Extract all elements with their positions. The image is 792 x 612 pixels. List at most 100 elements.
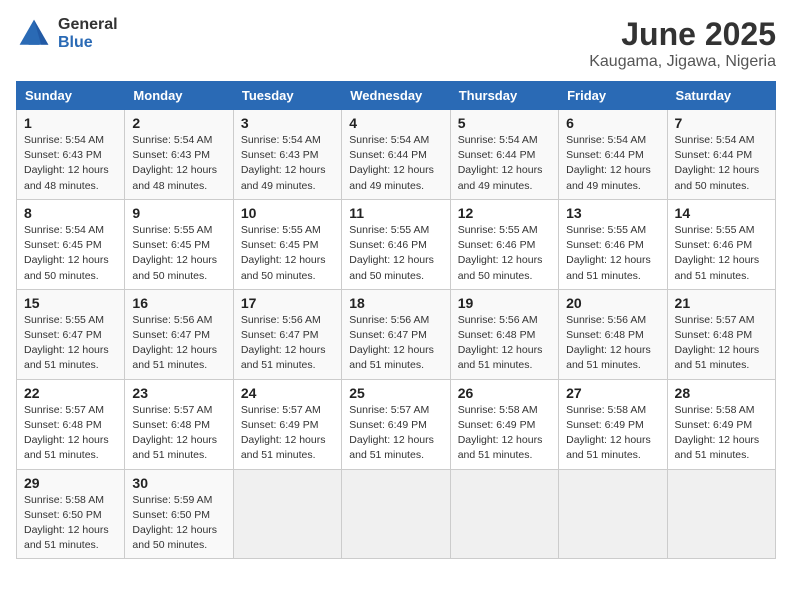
day-info: Sunrise: 5:55 AMSunset: 6:46 PMDaylight:…	[458, 224, 543, 282]
day-number: 24	[241, 385, 334, 401]
day-number: 26	[458, 385, 551, 401]
day-info: Sunrise: 5:57 AMSunset: 6:48 PMDaylight:…	[24, 404, 109, 462]
day-number: 27	[566, 385, 659, 401]
day-info: Sunrise: 5:54 AMSunset: 6:44 PMDaylight:…	[675, 134, 760, 192]
table-row: 15 Sunrise: 5:55 AMSunset: 6:47 PMDaylig…	[17, 289, 125, 379]
day-number: 9	[132, 205, 225, 221]
col-friday: Friday	[559, 82, 667, 110]
table-row: 5 Sunrise: 5:54 AMSunset: 6:44 PMDayligh…	[450, 110, 558, 200]
day-number: 16	[132, 295, 225, 311]
day-info: Sunrise: 5:57 AMSunset: 6:48 PMDaylight:…	[132, 404, 217, 462]
day-info: Sunrise: 5:54 AMSunset: 6:45 PMDaylight:…	[24, 224, 109, 282]
day-number: 25	[349, 385, 442, 401]
table-row: 29 Sunrise: 5:58 AMSunset: 6:50 PMDaylig…	[17, 469, 125, 559]
calendar-week-3: 15 Sunrise: 5:55 AMSunset: 6:47 PMDaylig…	[17, 289, 776, 379]
day-number: 3	[241, 115, 334, 131]
table-row: 1 Sunrise: 5:54 AMSunset: 6:43 PMDayligh…	[17, 110, 125, 200]
day-number: 19	[458, 295, 551, 311]
table-row: 25 Sunrise: 5:57 AMSunset: 6:49 PMDaylig…	[342, 379, 450, 469]
day-info: Sunrise: 5:56 AMSunset: 6:47 PMDaylight:…	[241, 314, 326, 372]
day-number: 12	[458, 205, 551, 221]
table-row: 10 Sunrise: 5:55 AMSunset: 6:45 PMDaylig…	[233, 199, 341, 289]
day-number: 5	[458, 115, 551, 131]
table-row: 14 Sunrise: 5:55 AMSunset: 6:46 PMDaylig…	[667, 199, 775, 289]
table-row	[450, 469, 558, 559]
col-thursday: Thursday	[450, 82, 558, 110]
table-row: 22 Sunrise: 5:57 AMSunset: 6:48 PMDaylig…	[17, 379, 125, 469]
table-row: 6 Sunrise: 5:54 AMSunset: 6:44 PMDayligh…	[559, 110, 667, 200]
col-sunday: Sunday	[17, 82, 125, 110]
calendar-table: Sunday Monday Tuesday Wednesday Thursday…	[16, 81, 776, 559]
day-info: Sunrise: 5:58 AMSunset: 6:49 PMDaylight:…	[458, 404, 543, 462]
day-number: 23	[132, 385, 225, 401]
day-number: 10	[241, 205, 334, 221]
day-number: 6	[566, 115, 659, 131]
day-info: Sunrise: 5:57 AMSunset: 6:49 PMDaylight:…	[349, 404, 434, 462]
table-row: 24 Sunrise: 5:57 AMSunset: 6:49 PMDaylig…	[233, 379, 341, 469]
table-row: 21 Sunrise: 5:57 AMSunset: 6:48 PMDaylig…	[667, 289, 775, 379]
day-info: Sunrise: 5:56 AMSunset: 6:47 PMDaylight:…	[132, 314, 217, 372]
day-info: Sunrise: 5:55 AMSunset: 6:45 PMDaylight:…	[241, 224, 326, 282]
table-row: 2 Sunrise: 5:54 AMSunset: 6:43 PMDayligh…	[125, 110, 233, 200]
col-wednesday: Wednesday	[342, 82, 450, 110]
day-number: 28	[675, 385, 768, 401]
col-tuesday: Tuesday	[233, 82, 341, 110]
day-info: Sunrise: 5:54 AMSunset: 6:44 PMDaylight:…	[458, 134, 543, 192]
day-number: 29	[24, 475, 117, 491]
table-row: 30 Sunrise: 5:59 AMSunset: 6:50 PMDaylig…	[125, 469, 233, 559]
table-row	[233, 469, 341, 559]
table-row: 11 Sunrise: 5:55 AMSunset: 6:46 PMDaylig…	[342, 199, 450, 289]
day-info: Sunrise: 5:54 AMSunset: 6:43 PMDaylight:…	[24, 134, 109, 192]
day-info: Sunrise: 5:57 AMSunset: 6:48 PMDaylight:…	[675, 314, 760, 372]
table-row: 4 Sunrise: 5:54 AMSunset: 6:44 PMDayligh…	[342, 110, 450, 200]
day-info: Sunrise: 5:56 AMSunset: 6:47 PMDaylight:…	[349, 314, 434, 372]
col-saturday: Saturday	[667, 82, 775, 110]
day-info: Sunrise: 5:54 AMSunset: 6:44 PMDaylight:…	[566, 134, 651, 192]
day-number: 8	[24, 205, 117, 221]
calendar-week-4: 22 Sunrise: 5:57 AMSunset: 6:48 PMDaylig…	[17, 379, 776, 469]
day-info: Sunrise: 5:57 AMSunset: 6:49 PMDaylight:…	[241, 404, 326, 462]
table-row: 7 Sunrise: 5:54 AMSunset: 6:44 PMDayligh…	[667, 110, 775, 200]
day-info: Sunrise: 5:54 AMSunset: 6:43 PMDaylight:…	[241, 134, 326, 192]
day-number: 18	[349, 295, 442, 311]
calendar-title: June 2025	[589, 16, 776, 53]
day-number: 21	[675, 295, 768, 311]
day-number: 15	[24, 295, 117, 311]
day-info: Sunrise: 5:54 AMSunset: 6:44 PMDaylight:…	[349, 134, 434, 192]
table-row: 13 Sunrise: 5:55 AMSunset: 6:46 PMDaylig…	[559, 199, 667, 289]
table-row: 26 Sunrise: 5:58 AMSunset: 6:49 PMDaylig…	[450, 379, 558, 469]
day-info: Sunrise: 5:55 AMSunset: 6:45 PMDaylight:…	[132, 224, 217, 282]
table-row: 27 Sunrise: 5:58 AMSunset: 6:49 PMDaylig…	[559, 379, 667, 469]
table-row: 16 Sunrise: 5:56 AMSunset: 6:47 PMDaylig…	[125, 289, 233, 379]
day-number: 30	[132, 475, 225, 491]
day-number: 4	[349, 115, 442, 131]
title-section: June 2025 Kaugama, Jigawa, Nigeria	[589, 16, 776, 71]
day-info: Sunrise: 5:55 AMSunset: 6:46 PMDaylight:…	[349, 224, 434, 282]
calendar-week-2: 8 Sunrise: 5:54 AMSunset: 6:45 PMDayligh…	[17, 199, 776, 289]
calendar-header-row: Sunday Monday Tuesday Wednesday Thursday…	[17, 82, 776, 110]
logo-icon	[16, 16, 52, 52]
page-header: General Blue June 2025 Kaugama, Jigawa, …	[16, 16, 776, 71]
logo-text: General Blue	[58, 16, 118, 51]
table-row: 18 Sunrise: 5:56 AMSunset: 6:47 PMDaylig…	[342, 289, 450, 379]
day-number: 2	[132, 115, 225, 131]
col-monday: Monday	[125, 82, 233, 110]
day-number: 17	[241, 295, 334, 311]
table-row: 19 Sunrise: 5:56 AMSunset: 6:48 PMDaylig…	[450, 289, 558, 379]
day-info: Sunrise: 5:56 AMSunset: 6:48 PMDaylight:…	[566, 314, 651, 372]
logo: General Blue	[16, 16, 118, 52]
day-info: Sunrise: 5:54 AMSunset: 6:43 PMDaylight:…	[132, 134, 217, 192]
day-number: 22	[24, 385, 117, 401]
day-number: 7	[675, 115, 768, 131]
day-number: 11	[349, 205, 442, 221]
table-row: 28 Sunrise: 5:58 AMSunset: 6:49 PMDaylig…	[667, 379, 775, 469]
calendar-week-1: 1 Sunrise: 5:54 AMSunset: 6:43 PMDayligh…	[17, 110, 776, 200]
table-row: 17 Sunrise: 5:56 AMSunset: 6:47 PMDaylig…	[233, 289, 341, 379]
logo-blue-text: Blue	[58, 34, 118, 52]
day-info: Sunrise: 5:55 AMSunset: 6:46 PMDaylight:…	[566, 224, 651, 282]
day-info: Sunrise: 5:59 AMSunset: 6:50 PMDaylight:…	[132, 494, 217, 552]
table-row: 12 Sunrise: 5:55 AMSunset: 6:46 PMDaylig…	[450, 199, 558, 289]
table-row: 9 Sunrise: 5:55 AMSunset: 6:45 PMDayligh…	[125, 199, 233, 289]
table-row: 8 Sunrise: 5:54 AMSunset: 6:45 PMDayligh…	[17, 199, 125, 289]
table-row	[559, 469, 667, 559]
